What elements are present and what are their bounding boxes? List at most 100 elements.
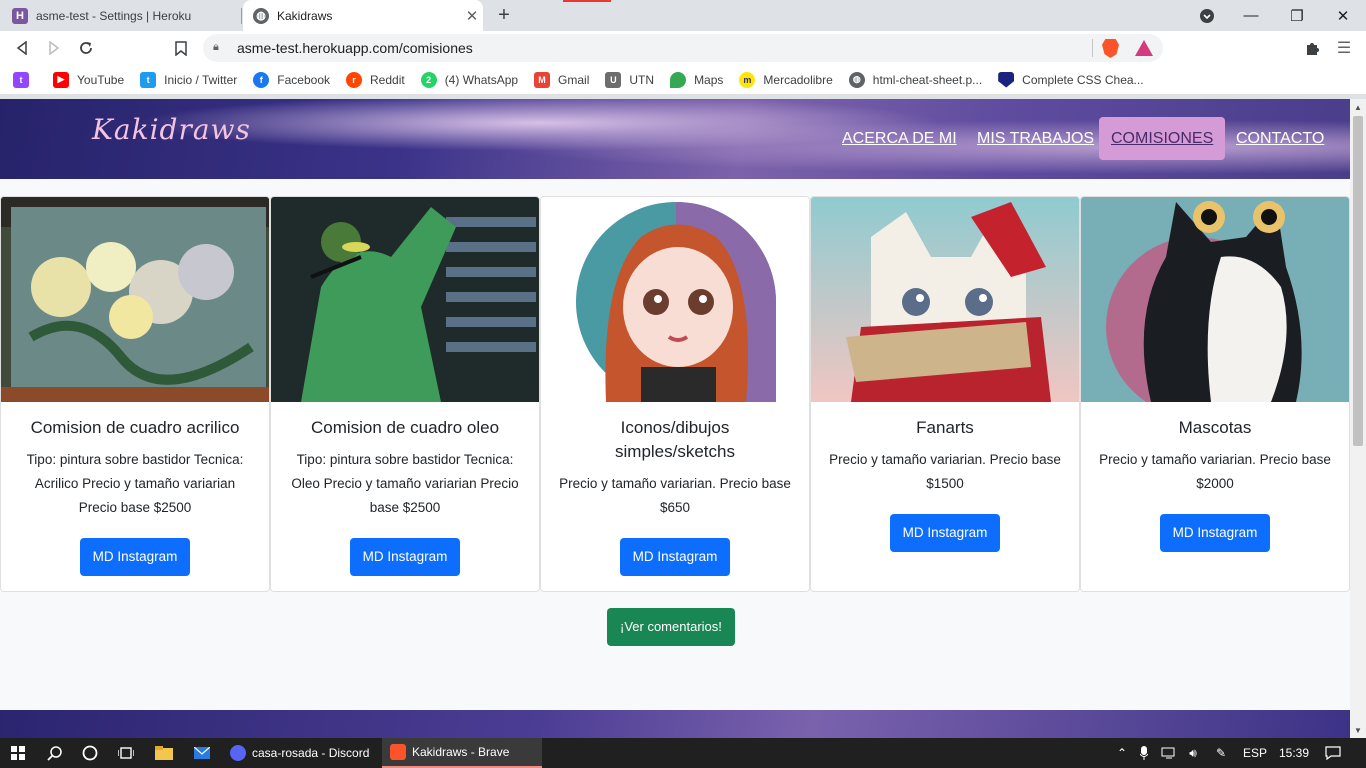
microphone-icon[interactable] xyxy=(1136,738,1152,768)
omnibox-divider xyxy=(1092,39,1093,57)
tab-heroku[interactable]: H asme-test - Settings | Heroku xyxy=(0,0,240,31)
menu-icon[interactable]: ☰ xyxy=(1332,36,1356,60)
scrollbar-thumb[interactable] xyxy=(1353,116,1363,446)
windows-start-icon[interactable] xyxy=(0,738,36,768)
instagram-dm-button[interactable]: MD Instagram xyxy=(1159,514,1271,552)
url-text: asme-test.herokuapp.com/comisiones xyxy=(237,40,473,56)
instagram-dm-button[interactable]: MD Instagram xyxy=(619,538,731,576)
forward-button[interactable] xyxy=(42,36,66,60)
youtube-icon: ▶ xyxy=(53,71,69,88)
commission-card: Iconos/dibujos simples/sketchs Precio y … xyxy=(540,196,810,592)
network-icon[interactable] xyxy=(1158,738,1180,768)
bookmark-twitch[interactable]: t xyxy=(13,71,37,88)
oil-painting-image xyxy=(271,197,539,402)
bookmark-label: Facebook xyxy=(277,72,330,87)
bookmark-label: UTN xyxy=(629,72,655,87)
brave-rewards-icon[interactable] xyxy=(1135,40,1153,56)
instagram-dm-button[interactable]: MD Instagram xyxy=(889,514,1001,552)
bookmark-twitter[interactable]: t Inicio / Twitter xyxy=(140,71,237,88)
tab-strip: H asme-test - Settings | Heroku ◍ Kakidr… xyxy=(0,0,1366,31)
reddit-icon: r xyxy=(346,71,362,88)
bookmark-facebook[interactable]: f Facebook xyxy=(253,71,330,88)
whatsapp-icon: 2 xyxy=(420,71,437,88)
back-button[interactable] xyxy=(10,36,34,60)
view-comments-button[interactable]: ¡Ver comentarios! xyxy=(607,608,735,646)
nav-comisiones[interactable]: COMISIONES xyxy=(1099,117,1226,160)
taskbar-app-label: Kakidraws - Brave xyxy=(412,745,510,759)
commission-card: Fanarts Precio y tamaño variarian. Preci… xyxy=(810,196,1080,592)
taskbar: casa-rosada - Discord Kakidraws - Brave … xyxy=(0,738,1366,768)
card-title: Iconos/dibujos simples/sketchs xyxy=(615,418,735,461)
taskbar-app-brave[interactable]: Kakidraws - Brave xyxy=(382,738,542,768)
bookmark-html-cheat-sheet[interactable]: ◍ html-cheat-sheet.p... xyxy=(848,71,983,88)
twitter-icon: t xyxy=(140,71,157,88)
site-logo[interactable]: Kakidraws xyxy=(92,113,251,146)
bookmark-gmail[interactable]: M Gmail xyxy=(534,71,589,88)
twitch-icon: t xyxy=(13,71,29,88)
commission-card: Comision de cuadro acrilico Tipo: pintur… xyxy=(0,196,270,592)
utn-icon: U xyxy=(605,71,622,88)
bookmark-youtube[interactable]: ▶ YouTube xyxy=(53,71,124,88)
task-view-icon[interactable] xyxy=(108,738,144,768)
nav-acerca-de-mi[interactable]: ACERCA DE MI xyxy=(830,117,969,160)
bookmark-label: Mercadolibre xyxy=(763,72,833,87)
tab-search-icon[interactable] xyxy=(1184,0,1230,31)
bookmark-css-cheat-sheet[interactable]: Complete CSS Chea... xyxy=(998,71,1144,88)
file-explorer-icon[interactable] xyxy=(146,738,182,768)
pen-icon[interactable]: ✎ xyxy=(1210,738,1232,768)
extensions-icon[interactable] xyxy=(1300,36,1324,60)
page-scrollbar[interactable]: ▲ ▼ xyxy=(1350,99,1366,738)
new-tab-button[interactable]: + xyxy=(493,4,515,26)
volume-icon[interactable]: 🔊︎ xyxy=(1182,738,1204,768)
page-viewport: Kakidraws ACERCA DE MI MIS TRABAJOS COMI… xyxy=(0,99,1350,738)
tab-kakidraws[interactable]: ◍ Kakidraws ✕ xyxy=(243,0,483,31)
site-header: Kakidraws ACERCA DE MI MIS TRABAJOS COMI… xyxy=(0,99,1350,179)
tab-title: Kakidraws xyxy=(277,8,333,23)
browser-toolbar: 🔒︎ asme-test.herokuapp.com/comisiones ☰ xyxy=(0,31,1366,65)
reload-button[interactable] xyxy=(74,36,98,60)
brave-icon xyxy=(390,744,406,760)
search-icon[interactable] xyxy=(36,738,72,768)
commission-cards: Comision de cuadro acrilico Tipo: pintur… xyxy=(0,196,1350,592)
bookmark-reddit[interactable]: r Reddit xyxy=(346,71,405,88)
scroll-up-icon[interactable]: ▲ xyxy=(1350,99,1366,115)
lock-icon[interactable]: 🔒︎ xyxy=(213,41,227,55)
bookmark-label: (4) WhatsApp xyxy=(444,72,519,87)
nav-contacto[interactable]: CONTACTO xyxy=(1224,117,1336,160)
minimize-button[interactable]: — xyxy=(1228,0,1274,31)
tab-accent xyxy=(563,0,611,2)
nav-mis-trabajos[interactable]: MIS TRABAJOS xyxy=(965,117,1106,160)
clock[interactable]: 15:39 xyxy=(1272,738,1316,768)
mail-icon[interactable] xyxy=(184,738,220,768)
close-window-button[interactable]: ✕ xyxy=(1320,0,1366,31)
maps-icon xyxy=(670,71,687,88)
cortana-icon[interactable] xyxy=(72,738,108,768)
restore-button[interactable]: ❐ xyxy=(1274,0,1320,31)
globe-icon: ◍ xyxy=(253,7,269,24)
gmail-icon: M xyxy=(534,71,551,88)
facebook-icon: f xyxy=(253,71,270,88)
bookmark-label: Maps xyxy=(694,72,724,87)
brave-shields-icon[interactable] xyxy=(1102,39,1119,58)
language-indicator[interactable]: ESP xyxy=(1240,738,1270,768)
taskbar-app-discord[interactable]: casa-rosada - Discord xyxy=(222,738,378,768)
notifications-icon[interactable] xyxy=(1318,738,1348,768)
bookmark-utn[interactable]: U UTN xyxy=(605,71,655,88)
show-hidden-icons[interactable]: ⌃ xyxy=(1112,738,1132,768)
tab-divider xyxy=(241,8,242,24)
bookmark-maps[interactable]: Maps xyxy=(670,71,724,88)
site-footer xyxy=(0,710,1350,738)
bookmark-label: html-cheat-sheet.p... xyxy=(872,72,983,87)
bookmark-label: Complete CSS Chea... xyxy=(1022,72,1144,87)
close-tab-icon[interactable]: ✕ xyxy=(461,7,483,25)
commission-card: Comision de cuadro oleo Tipo: pintura so… xyxy=(270,196,540,592)
commission-card: Mascotas Precio y tamaño variarian. Prec… xyxy=(1080,196,1350,592)
instagram-dm-button[interactable]: MD Instagram xyxy=(349,538,461,576)
bookmark-whatsapp[interactable]: 2 (4) WhatsApp xyxy=(420,71,519,88)
address-bar[interactable]: 🔒︎ asme-test.herokuapp.com/comisiones xyxy=(203,34,1163,62)
acrylic-painting-image xyxy=(1,197,269,402)
instagram-dm-button[interactable]: MD Instagram xyxy=(79,538,191,576)
bookmark-page-icon[interactable] xyxy=(169,36,193,60)
bookmark-mercadolibre[interactable]: m Mercadolibre xyxy=(739,71,833,88)
scroll-down-icon[interactable]: ▼ xyxy=(1350,722,1366,738)
